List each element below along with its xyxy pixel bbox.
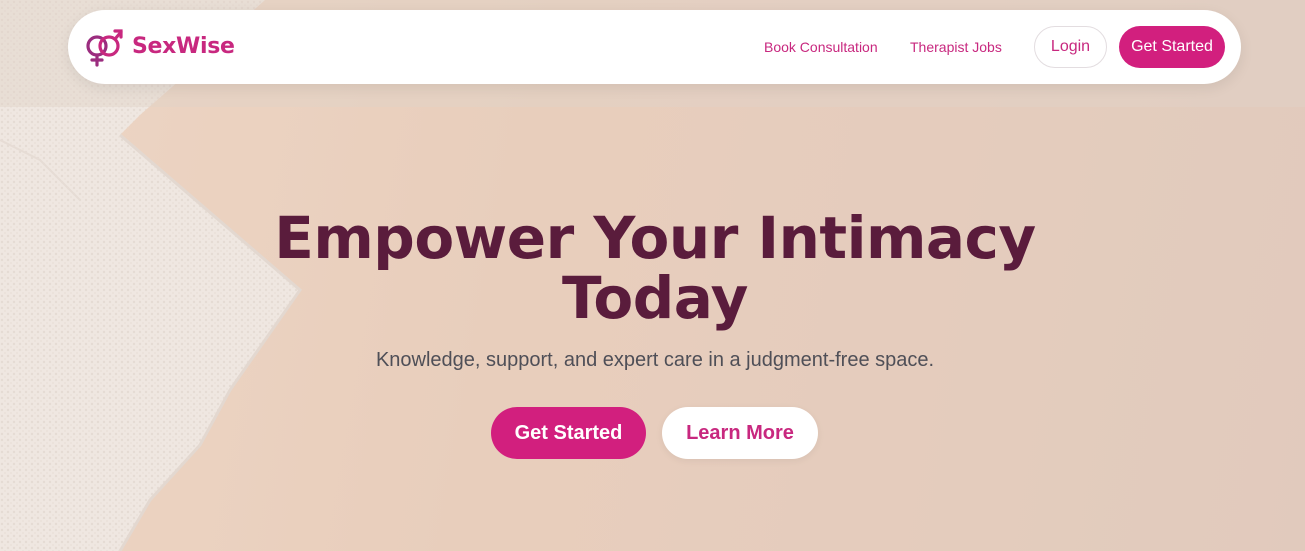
hero-learn-more-button[interactable]: Learn More — [662, 407, 818, 459]
hero-get-started-button[interactable]: Get Started — [491, 407, 646, 459]
hero-headline: Empower Your Intimacy Today — [255, 208, 1055, 328]
login-button[interactable]: Login — [1034, 26, 1107, 68]
hero-subtitle: Knowledge, support, and expert care in a… — [375, 349, 935, 371]
nav-link-book-consultation[interactable]: Book Consultation — [764, 39, 878, 55]
hero-headline-line1: Empower Your Intimacy — [274, 204, 1036, 272]
nav-link-therapist-jobs[interactable]: Therapist Jobs — [910, 39, 1002, 55]
hero-headline-line2: Today — [562, 264, 748, 332]
navbar: SexWise Book Consultation Therapist Jobs… — [68, 10, 1241, 84]
brand-name[interactable]: SexWise — [132, 34, 235, 59]
gender-symbols-icon[interactable] — [84, 26, 124, 68]
nav-get-started-button[interactable]: Get Started — [1119, 26, 1225, 68]
